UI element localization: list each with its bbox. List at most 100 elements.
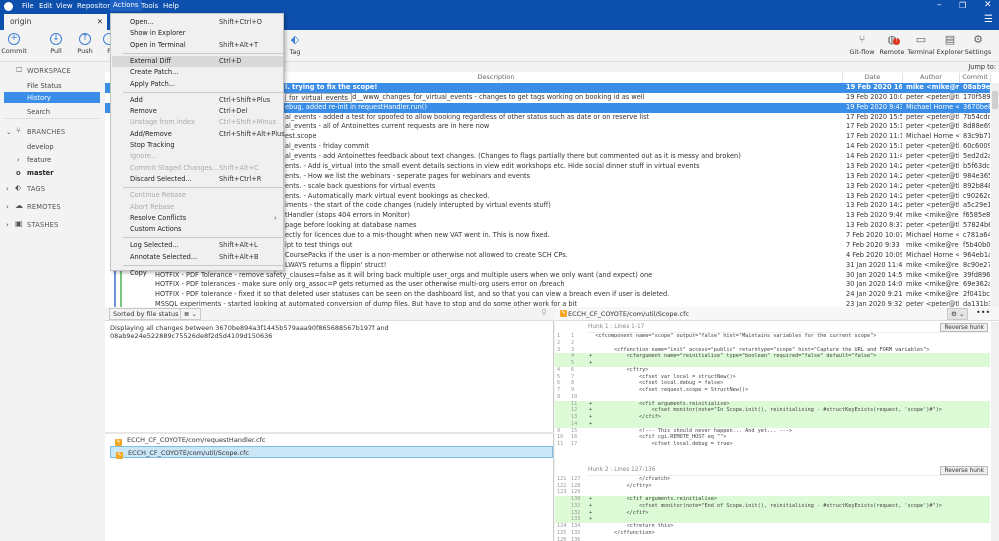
file-item[interactable]: ✎ ECCH_CF_COYOTE/com/requestHandler.cfc (110, 434, 553, 446)
menu-item-shortcut: Shift+Alt+T (219, 40, 258, 49)
menu-view[interactable]: View (56, 2, 73, 10)
diff-scrollbar[interactable] (991, 322, 999, 541)
sidebar-item-history[interactable]: History (4, 92, 100, 103)
gitflow-button[interactable]: ⑂ Git-flow (845, 33, 879, 56)
search-icon[interactable]: ⚲ (541, 308, 547, 317)
menu-item-shortcut: Shift+Ctrl+R (219, 174, 262, 183)
chevron-down-icon[interactable]: ⌄ (6, 128, 12, 136)
branch-label[interactable]: for_virtual_events (285, 92, 352, 102)
restore-button[interactable]: ❐ (959, 1, 966, 10)
arrow-up-icon: ↑ (79, 33, 91, 45)
commit-author: peter <peter@thec (906, 161, 959, 170)
commit-row[interactable]: HOTFIX - PDF tolerance - fixed it so tha… (105, 290, 990, 300)
commit-description: ents. - Add is_virtual into the small ev… (285, 162, 843, 172)
scrollbar[interactable] (991, 83, 999, 307)
menu-item-unstage-from-index[interactable]: Unstage from index Ctrl+Shift+Minus (112, 117, 283, 128)
old-line-number: 10 (557, 434, 564, 441)
description-text: HOTFIX - PDF tolerance - fixed it so tha… (155, 290, 670, 299)
cloud-icon: ☁ (15, 201, 24, 210)
commit-button[interactable]: + Commit (0, 33, 31, 55)
chevron-right-icon[interactable]: › (6, 203, 9, 211)
menu-item-add-remove[interactable]: Add/Remove Ctrl+Shift+Alt+Plus (112, 129, 285, 140)
commit-row[interactable]: HOTFIX - PDF tolerances - make sure only… (105, 280, 990, 290)
menu-item-commit-staged-changes[interactable]: Commit Staged Changes... Shift+Alt+C (112, 163, 283, 174)
tab-close-icon[interactable]: ✕ (97, 17, 103, 26)
chevron-right-icon[interactable]: › (6, 221, 9, 229)
menu-tools[interactable]: Tools (141, 2, 158, 10)
menu-edit[interactable]: Edit (39, 2, 53, 10)
tags-header[interactable]: TAGS (27, 185, 45, 193)
new-line-number: 133 (571, 516, 581, 523)
diff-line: 121 127 </cfcatch> (555, 476, 990, 483)
description-text: CoursePacks if the user is a non-member … (285, 250, 568, 259)
more-options-button[interactable]: ••• (976, 308, 990, 317)
menu-item-copy[interactable]: Copy (112, 268, 283, 279)
menu-item-open[interactable]: Open... Shift+Ctrl+O (112, 17, 283, 28)
commit-date: 13 Feb 2020 14:25 (846, 171, 902, 180)
branch-feature[interactable]: feature (27, 156, 51, 164)
workspace-header[interactable]: WORKSPACE (27, 67, 71, 75)
file-item-selected[interactable]: ✎ ECCH_CF_COYOTE/com/util/Scope.cfc (110, 446, 553, 459)
commit-hash: da131b3f (963, 300, 990, 307)
branch-master[interactable]: master (27, 169, 54, 177)
menu-item-annotate-selected[interactable]: Annotate Selected... Shift+Alt+B (112, 252, 283, 263)
commit-hash: 69e362aa (963, 280, 990, 289)
menu-item-resolve-conflicts[interactable]: Resolve Conflicts › (112, 213, 283, 224)
branch-develop[interactable]: develop (27, 143, 54, 151)
menu-actions[interactable]: Actions (110, 0, 142, 11)
new-line-number: 2 (571, 339, 575, 346)
menu-help[interactable]: Help (163, 2, 179, 10)
menu-item-ignore[interactable]: Ignore... (112, 151, 283, 162)
new-line-number: 1 (571, 333, 575, 339)
repo-tab[interactable]: origin ✕ (4, 14, 107, 30)
tag-icon: ⬖ (290, 33, 300, 46)
column-commit[interactable]: Commit (960, 73, 991, 83)
settings-button[interactable]: ⚙ Settings (961, 33, 995, 56)
diff-settings-dropdown[interactable]: ⚙ ⌄ (947, 308, 969, 320)
menu-item-custom-actions[interactable]: Custom Actions (112, 224, 283, 235)
commit-hash: 39fd8964 (963, 270, 990, 279)
commit-date: 17 Feb 2020 11:13 (846, 132, 902, 141)
menu-repository[interactable]: Repository (77, 2, 114, 10)
description-text: al_events - added a test for spoofed to … (285, 112, 650, 121)
commit-description: LWAYS returns a flippin' struct! (285, 261, 843, 271)
branches-header[interactable]: BRANCHES (27, 128, 65, 136)
remotes-header[interactable]: REMOTES (27, 203, 61, 211)
sidebar-item-file-status[interactable]: File Status (27, 82, 62, 90)
file-path: ECCH_CF_COYOTE/com/util/Scope.cfc (128, 449, 249, 457)
menu-item-open-in-terminal[interactable]: Open in Terminal Shift+Alt+T (112, 40, 283, 51)
menu-item-discard-selected[interactable]: Discard Selected... Shift+Ctrl+R (112, 174, 283, 185)
menu-item-label: External Diff (130, 56, 171, 65)
menu-item-log-selected[interactable]: Log Selected... Shift+Alt+L (112, 240, 283, 251)
menu-item-abort-rebase[interactable]: Abort Rebase (112, 202, 283, 213)
menu-item-external-diff[interactable]: External Diff Ctrl+D (112, 55, 283, 68)
column-date[interactable]: Date (843, 73, 903, 83)
jump-to-label[interactable]: Jump to: (968, 63, 996, 71)
line-text: <cfif cgi.REMOTE_HOST eq ""> (589, 434, 727, 441)
commit-hash: 83c9b716 (963, 132, 990, 141)
menu-item-apply-patch[interactable]: Apply Patch... (112, 79, 283, 90)
stashes-header[interactable]: STASHES (27, 221, 59, 229)
menu-item-add[interactable]: Add Ctrl+Shift+Plus (112, 95, 283, 106)
view-mode-dropdown[interactable]: ≣ ⌄ (180, 308, 201, 320)
menu-item-continue-rebase[interactable]: Continue Rebase (112, 190, 283, 201)
reverse-hunk-button[interactable]: Reverse hunk (940, 323, 988, 332)
commit-author: peter <peter@thec (906, 181, 959, 190)
new-line-number: 9 (571, 387, 575, 393)
menu-item-remove[interactable]: Remove Ctrl+Del (112, 106, 283, 117)
sidebar-item-search[interactable]: Search (27, 108, 50, 116)
sort-dropdown[interactable]: Sorted by file status ⌄ (109, 308, 191, 320)
menu-file[interactable]: File (22, 2, 34, 10)
menu-item-show-in-explorer[interactable]: Show in Explorer (112, 28, 283, 39)
close-button[interactable]: ✕ (984, 0, 992, 10)
chevron-right-icon[interactable]: › (17, 156, 20, 164)
column-author[interactable]: Author (903, 73, 960, 83)
menu-item-create-patch[interactable]: Create Patch... (112, 67, 283, 78)
hamburger-menu-icon[interactable]: ☰ (984, 14, 993, 25)
minimize-button[interactable]: – (937, 0, 942, 10)
reverse-hunk-button[interactable]: Reverse hunk (940, 465, 988, 475)
chevron-right-icon[interactable]: › (6, 185, 9, 193)
commit-row[interactable]: MSSQL experiments - started looking at a… (105, 300, 990, 307)
diff-file-name: ECCH_CF_COYOTE/com/util/Scope.cfc (568, 310, 689, 318)
menu-item-stop-tracking[interactable]: Stop Tracking (112, 140, 283, 151)
